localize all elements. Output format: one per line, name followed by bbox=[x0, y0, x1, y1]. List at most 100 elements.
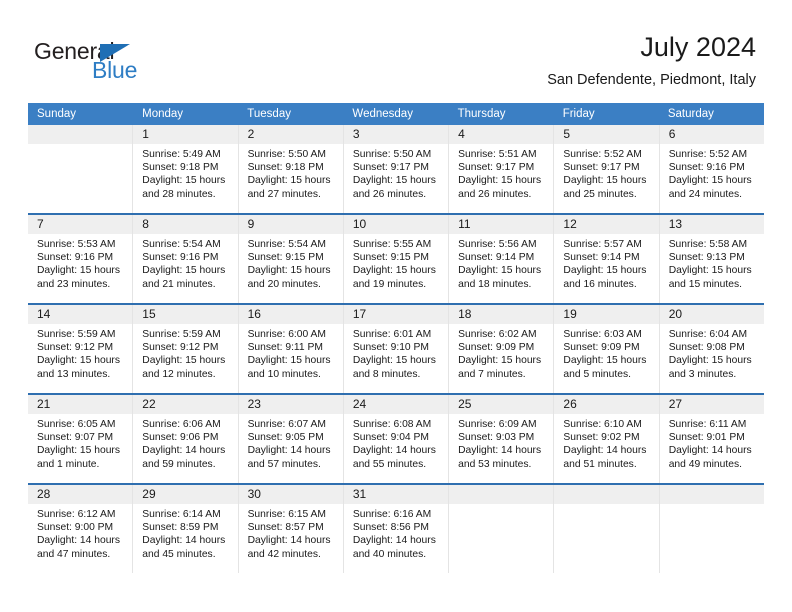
daylight-text-cont: and 57 minutes. bbox=[247, 458, 321, 470]
day-number: 18 bbox=[449, 305, 554, 324]
day-cell[interactable]: 17 Sunrise: 6:01 AM Sunset: 9:10 PM Dayl… bbox=[343, 305, 450, 393]
day-cell[interactable]: 6 Sunrise: 5:52 AM Sunset: 9:16 PM Dayli… bbox=[659, 125, 764, 213]
day-number: 10 bbox=[343, 215, 449, 234]
day-cell[interactable]: 31 Sunrise: 6:16 AM Sunset: 8:56 PM Dayl… bbox=[343, 485, 450, 573]
day-cell[interactable]: 4 Sunrise: 5:51 AM Sunset: 9:17 PM Dayli… bbox=[449, 125, 555, 213]
daylight-text: Daylight: 15 hours bbox=[352, 265, 436, 277]
day-info: Sunrise: 5:50 AM Sunset: 9:17 PM Dayligh… bbox=[344, 144, 448, 201]
day-cell[interactable]: 5 Sunrise: 5:52 AM Sunset: 9:17 PM Dayli… bbox=[554, 125, 660, 213]
day-number: 2 bbox=[238, 125, 343, 144]
day-number: 3 bbox=[343, 125, 449, 144]
day-number bbox=[554, 485, 659, 504]
day-number: 29 bbox=[133, 485, 238, 504]
day-number: 1 bbox=[133, 125, 238, 144]
daylight-text: Daylight: 15 hours bbox=[37, 265, 120, 277]
daylight-text: Daylight: 14 hours bbox=[352, 445, 436, 457]
day-number bbox=[449, 485, 554, 504]
weekday-header-friday: Friday bbox=[562, 108, 595, 120]
sunset-text: Sunset: 8:56 PM bbox=[352, 522, 429, 534]
daylight-text: Daylight: 15 hours bbox=[458, 175, 542, 187]
day-cell[interactable]: 22 Sunrise: 6:06 AM Sunset: 9:06 PM Dayl… bbox=[133, 395, 239, 483]
day-info bbox=[28, 144, 132, 148]
general-blue-logo[interactable]: General Blue bbox=[34, 38, 234, 86]
day-cell[interactable]: 11 Sunrise: 5:56 AM Sunset: 9:14 PM Dayl… bbox=[449, 215, 555, 303]
day-cell[interactable]: 7 Sunrise: 5:53 AM Sunset: 9:16 PM Dayli… bbox=[28, 215, 134, 303]
day-number: 26 bbox=[554, 395, 659, 414]
day-number: 16 bbox=[238, 305, 343, 324]
day-info: Sunrise: 6:07 AM Sunset: 9:05 PM Dayligh… bbox=[239, 414, 343, 471]
day-cell[interactable]: 16 Sunrise: 6:00 AM Sunset: 9:11 PM Dayl… bbox=[238, 305, 344, 393]
sunrise-text: Sunrise: 6:03 AM bbox=[563, 329, 642, 340]
day-number: 30 bbox=[238, 485, 343, 504]
day-cell[interactable]: 15 Sunrise: 5:59 AM Sunset: 9:12 PM Dayl… bbox=[133, 305, 239, 393]
day-cell[interactable]: 24 Sunrise: 6:08 AM Sunset: 9:04 PM Dayl… bbox=[343, 395, 450, 483]
day-info: Sunrise: 6:12 AM Sunset: 9:00 PM Dayligh… bbox=[28, 504, 132, 561]
daylight-text-cont: and 55 minutes. bbox=[352, 458, 427, 470]
day-cell[interactable]: 20 Sunrise: 6:04 AM Sunset: 9:08 PM Dayl… bbox=[659, 305, 764, 393]
day-number: 19 bbox=[554, 305, 659, 324]
daylight-text-cont: and 47 minutes. bbox=[37, 548, 111, 560]
day-cell[interactable]: 13 Sunrise: 5:58 AM Sunset: 9:13 PM Dayl… bbox=[659, 215, 764, 303]
sunset-text: Sunset: 9:02 PM bbox=[563, 432, 640, 444]
sunset-text: Sunset: 9:14 PM bbox=[563, 252, 640, 264]
day-cell[interactable]: 23 Sunrise: 6:07 AM Sunset: 9:05 PM Dayl… bbox=[238, 395, 344, 483]
day-cell[interactable]: 27 Sunrise: 6:11 AM Sunset: 9:01 PM Dayl… bbox=[659, 395, 764, 483]
day-cell bbox=[554, 485, 660, 573]
day-cell[interactable]: 1 Sunrise: 5:49 AM Sunset: 9:18 PM Dayli… bbox=[133, 125, 239, 213]
day-info: Sunrise: 6:00 AM Sunset: 9:11 PM Dayligh… bbox=[239, 324, 343, 381]
daylight-text: Daylight: 15 hours bbox=[247, 175, 331, 187]
sunrise-text: Sunrise: 6:10 AM bbox=[563, 419, 642, 430]
day-cell[interactable]: 10 Sunrise: 5:55 AM Sunset: 9:15 PM Dayl… bbox=[343, 215, 450, 303]
day-cell[interactable]: 2 Sunrise: 5:50 AM Sunset: 9:18 PM Dayli… bbox=[238, 125, 344, 213]
day-cell[interactable]: 3 Sunrise: 5:50 AM Sunset: 9:17 PM Dayli… bbox=[343, 125, 450, 213]
day-number: 13 bbox=[659, 215, 764, 234]
day-cell[interactable]: 12 Sunrise: 5:57 AM Sunset: 9:14 PM Dayl… bbox=[554, 215, 660, 303]
daylight-text-cont: and 26 minutes. bbox=[352, 188, 427, 200]
sunrise-text: Sunrise: 6:15 AM bbox=[247, 509, 326, 520]
logo-text-blue: Blue bbox=[92, 57, 138, 83]
sunset-text: Sunset: 9:01 PM bbox=[668, 432, 745, 444]
daylight-text-cont: and 27 minutes. bbox=[247, 188, 321, 200]
sunset-text: Sunset: 9:10 PM bbox=[352, 342, 429, 354]
daylight-text: Daylight: 14 hours bbox=[247, 535, 331, 547]
day-cell[interactable]: 28 Sunrise: 6:12 AM Sunset: 9:00 PM Dayl… bbox=[28, 485, 134, 573]
sunset-text: Sunset: 9:15 PM bbox=[247, 252, 324, 264]
sunset-text: Sunset: 9:18 PM bbox=[142, 162, 219, 174]
day-cell[interactable]: 18 Sunrise: 6:02 AM Sunset: 9:09 PM Dayl… bbox=[449, 305, 555, 393]
sunset-text: Sunset: 9:09 PM bbox=[563, 342, 640, 354]
day-info: Sunrise: 6:03 AM Sunset: 9:09 PM Dayligh… bbox=[554, 324, 658, 381]
day-info: Sunrise: 6:10 AM Sunset: 9:02 PM Dayligh… bbox=[554, 414, 658, 471]
day-info: Sunrise: 6:06 AM Sunset: 9:06 PM Dayligh… bbox=[133, 414, 237, 471]
sunrise-text: Sunrise: 6:09 AM bbox=[458, 419, 537, 430]
daylight-text: Daylight: 15 hours bbox=[37, 445, 120, 457]
day-cell[interactable]: 26 Sunrise: 6:10 AM Sunset: 9:02 PM Dayl… bbox=[554, 395, 660, 483]
day-cell[interactable]: 14 Sunrise: 5:59 AM Sunset: 9:12 PM Dayl… bbox=[28, 305, 134, 393]
daylight-text-cont: and 42 minutes. bbox=[247, 548, 321, 560]
sunrise-text: Sunrise: 6:11 AM bbox=[668, 419, 747, 430]
daylight-text: Daylight: 15 hours bbox=[142, 355, 226, 367]
day-cell[interactable]: 8 Sunrise: 5:54 AM Sunset: 9:16 PM Dayli… bbox=[133, 215, 239, 303]
day-cell[interactable]: 21 Sunrise: 6:05 AM Sunset: 9:07 PM Dayl… bbox=[28, 395, 134, 483]
sunset-text: Sunset: 9:12 PM bbox=[37, 342, 114, 354]
day-info: Sunrise: 5:53 AM Sunset: 9:16 PM Dayligh… bbox=[28, 234, 132, 291]
sunrise-text: Sunrise: 5:55 AM bbox=[352, 239, 432, 250]
day-info bbox=[449, 504, 553, 508]
daylight-text-cont: and 5 minutes. bbox=[563, 368, 631, 380]
day-cell[interactable]: 9 Sunrise: 5:54 AM Sunset: 9:15 PM Dayli… bbox=[238, 215, 344, 303]
day-cell[interactable]: 19 Sunrise: 6:03 AM Sunset: 9:09 PM Dayl… bbox=[554, 305, 660, 393]
day-number: 5 bbox=[554, 125, 659, 144]
daylight-text: Daylight: 15 hours bbox=[668, 355, 752, 367]
day-number: 28 bbox=[28, 485, 133, 504]
sunset-text: Sunset: 9:16 PM bbox=[37, 252, 114, 264]
weekday-header-sunday: Sunday bbox=[37, 108, 77, 120]
day-cell[interactable]: 30 Sunrise: 6:15 AM Sunset: 8:57 PM Dayl… bbox=[238, 485, 344, 573]
day-cell[interactable]: 25 Sunrise: 6:09 AM Sunset: 9:03 PM Dayl… bbox=[449, 395, 555, 483]
sunrise-text: Sunrise: 5:59 AM bbox=[142, 329, 221, 340]
weekday-header-thursday: Thursday bbox=[457, 108, 506, 120]
day-number: 24 bbox=[343, 395, 449, 414]
day-cell[interactable]: 29 Sunrise: 6:14 AM Sunset: 8:59 PM Dayl… bbox=[133, 485, 239, 573]
sunset-text: Sunset: 9:00 PM bbox=[37, 522, 114, 534]
day-number: 15 bbox=[133, 305, 238, 324]
sunset-text: Sunset: 9:18 PM bbox=[247, 162, 324, 174]
day-number: 25 bbox=[449, 395, 554, 414]
